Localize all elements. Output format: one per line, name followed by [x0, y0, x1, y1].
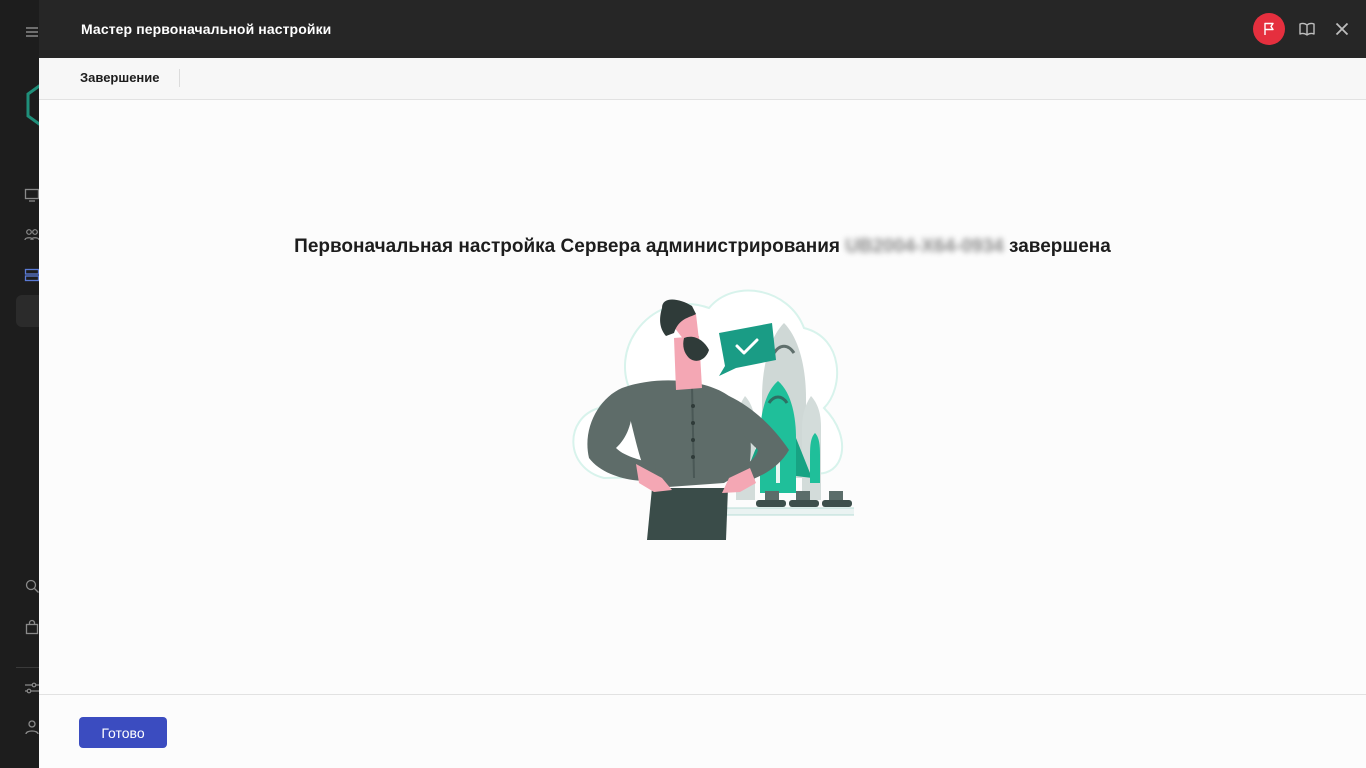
server-name: UB2004-X64-0934	[845, 236, 1004, 257]
monitor-icon[interactable]	[24, 187, 40, 203]
flag-icon[interactable]	[1253, 13, 1285, 45]
book-icon[interactable]	[1298, 20, 1316, 38]
message-suffix: завершена	[1009, 236, 1111, 257]
search-icon[interactable]	[24, 578, 40, 594]
wizard-header: Мастер первоначальной настройки	[39, 0, 1366, 58]
completion-message: Первоначальная настройка Сервера админис…	[39, 236, 1366, 258]
server-icon[interactable]	[24, 267, 40, 283]
wizard-title: Мастер первоначальной настройки	[81, 21, 332, 37]
settings-sliders-icon[interactable]	[24, 680, 40, 696]
step-label: Завершение	[80, 70, 160, 85]
close-icon[interactable]	[1333, 20, 1351, 38]
users-icon[interactable]	[24, 227, 40, 243]
done-button[interactable]: Готово	[79, 717, 167, 748]
step-bar: Завершение	[39, 58, 1366, 100]
menu-icon[interactable]	[24, 24, 40, 40]
rocket-launch-illustration	[544, 278, 885, 540]
wizard-footer: Готово	[39, 694, 1366, 768]
message-prefix: Первоначальная настройка Сервера админис…	[294, 236, 840, 257]
user-icon[interactable]	[24, 719, 40, 735]
bag-icon[interactable]	[24, 619, 40, 635]
step-separator	[179, 69, 180, 87]
setup-wizard: Мастер первоначальной настройки Завершен…	[39, 0, 1366, 768]
